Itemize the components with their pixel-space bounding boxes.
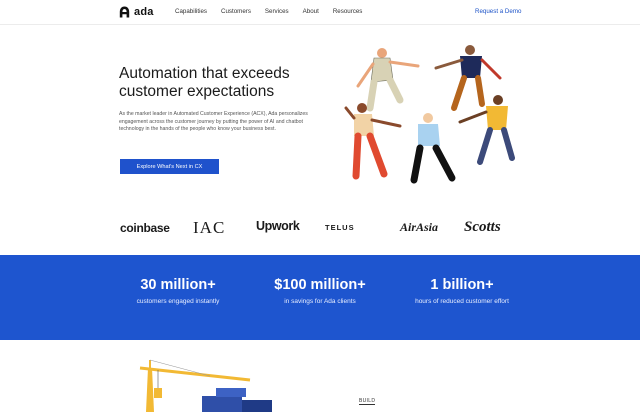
ada-logo-icon (119, 6, 130, 18)
coinbase-logo: coinbase (120, 221, 170, 235)
stat-label: customers engaged instantly (136, 298, 220, 305)
construction-illustration (139, 359, 272, 412)
upwork-logo: Upwork (256, 219, 300, 233)
telus-logo: TELUS (325, 223, 355, 232)
nav-link-about[interactable]: About (303, 8, 319, 15)
request-demo-link[interactable]: Request a Demo (475, 8, 521, 15)
airasia-logo: AirAsia (400, 220, 439, 234)
hero-title: Automation that exceeds customer expecta… (119, 65, 290, 100)
stat-savings: $100 million+ in savings for Ada clients (260, 277, 380, 306)
top-nav: ada Capabilities Customers Services Abou… (0, 0, 640, 25)
nav-link-customers[interactable]: Customers (221, 8, 251, 15)
stat-label: in savings for Ada clients (284, 298, 356, 305)
scotts-logo: Scotts (464, 219, 501, 235)
ada-logo[interactable]: ada (119, 6, 154, 18)
section-label-build: BUILD (359, 398, 376, 405)
stats-banner: 30 million+ customers engaged instantly … (0, 255, 640, 340)
explore-cx-button[interactable]: Explore What's Next in CX (120, 159, 219, 174)
nav-link-services[interactable]: Services (265, 8, 289, 15)
stat-customers: 30 million+ customers engaged instantly (118, 277, 238, 306)
stat-hours: 1 billion+ hours of reduced customer eff… (402, 277, 522, 306)
hero-illustration (344, 45, 515, 184)
stat-label: hours of reduced customer effort (415, 298, 509, 305)
stat-value: 30 million+ (140, 277, 216, 293)
stat-value: $100 million+ (274, 277, 366, 293)
stat-value: 1 billion+ (430, 277, 494, 293)
nav-link-capabilities[interactable]: Capabilities (175, 8, 207, 15)
hero-description: As the market leader in Automated Custom… (119, 111, 308, 133)
customer-logos: coinbase IAC Upwork TELUS AirAsia Scotts (0, 213, 640, 243)
logo-text: ada (134, 6, 154, 18)
iac-logo: IAC (193, 218, 226, 237)
nav-links: Capabilities Customers Services About Re… (175, 8, 376, 15)
nav-link-resources[interactable]: Resources (333, 8, 363, 15)
